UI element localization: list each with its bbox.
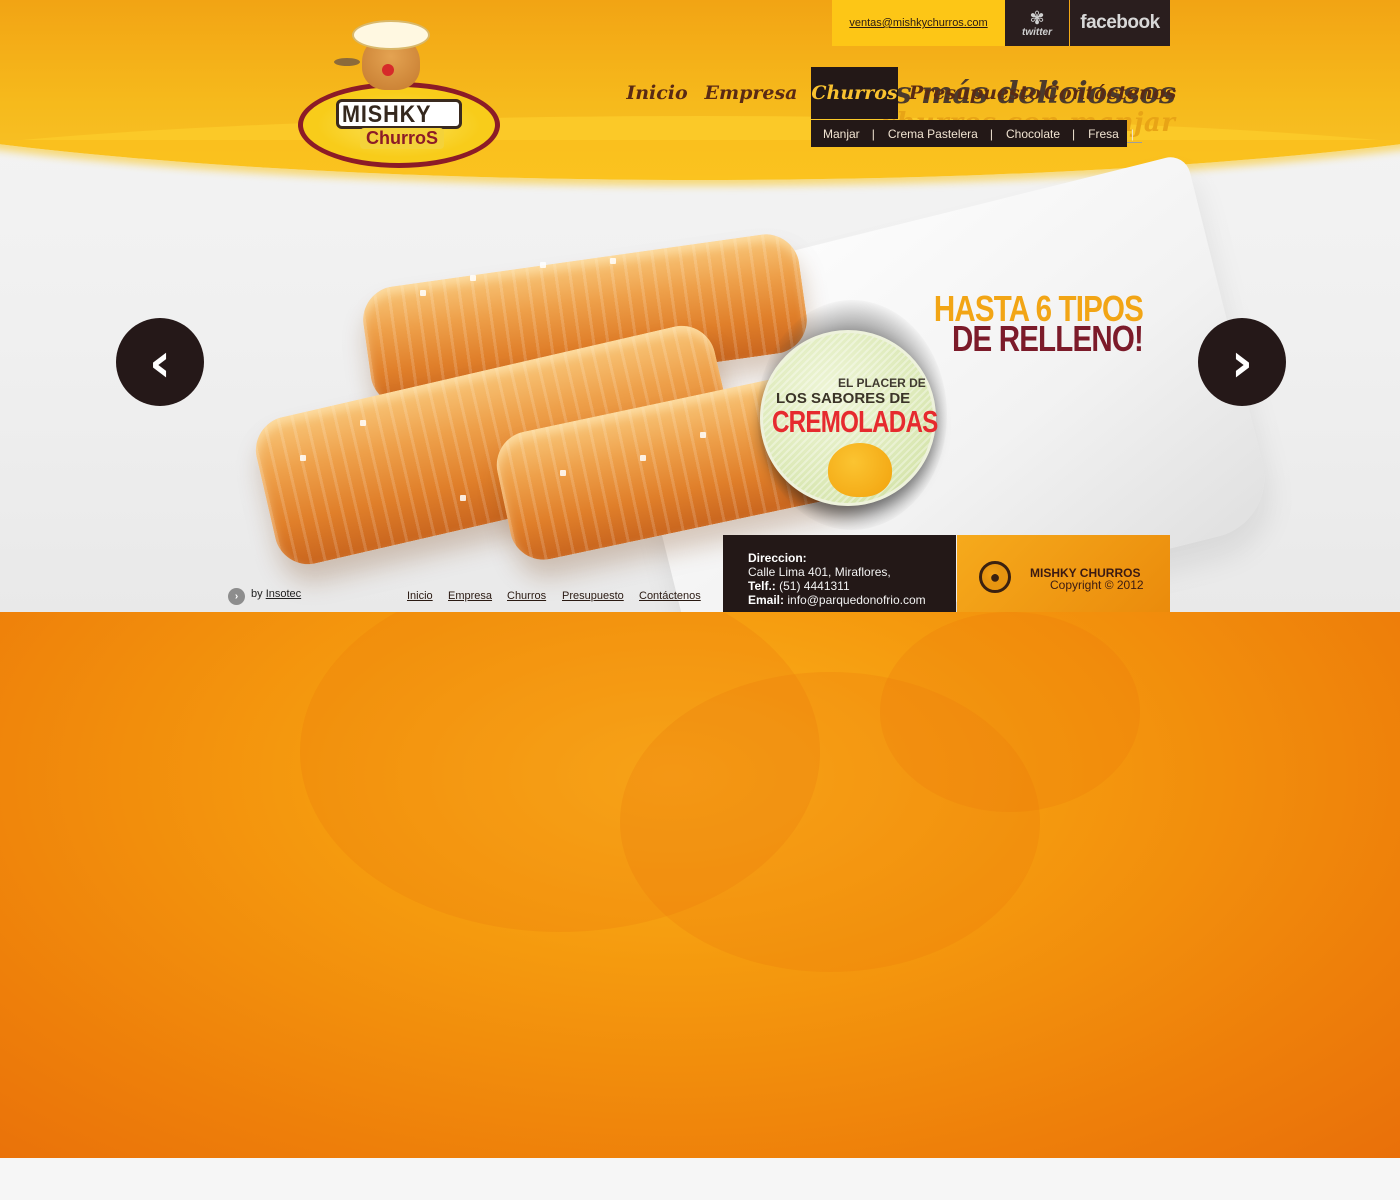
nav-empresa[interactable]: Empresa — [705, 67, 798, 119]
sugar-crystal — [640, 455, 646, 461]
footer-link-empresa[interactable]: Empresa — [448, 590, 492, 602]
twitter-button[interactable]: ✾ twitter — [1005, 0, 1069, 46]
promo-line2: DE RELLENO! — [951, 318, 1144, 359]
sugar-crystal — [460, 495, 466, 501]
next-slide-button[interactable]: › — [1198, 318, 1286, 406]
footer-link-inicio[interactable]: Inicio — [407, 590, 433, 602]
globe-icon: ● — [979, 561, 1011, 593]
nav-presupuesto[interactable]: Presupuesto — [909, 67, 1041, 119]
email-label: Email: — [748, 593, 785, 607]
twitter-label: twitter — [1022, 26, 1052, 38]
footer-link-presupuesto[interactable]: Presupuesto — [562, 590, 624, 602]
nav-inicio[interactable]: Inicio — [626, 67, 687, 119]
nav-contactenos[interactable]: Contáctenos — [1044, 67, 1176, 119]
facebook-button[interactable]: facebook — [1070, 0, 1170, 46]
submenu-fresa[interactable]: Fresa — [1088, 127, 1119, 141]
sugar-crystal — [420, 290, 426, 296]
credit-link[interactable]: Insotec — [266, 588, 301, 600]
hero-banner — [0, 140, 1400, 612]
footer-link-contactenos[interactable]: Contáctenos — [639, 590, 701, 602]
sugar-crystal — [300, 455, 306, 461]
churros-submenu: Manjar | Crema Pastelera | Chocolate | F… — [811, 120, 1134, 147]
copyright-line: Copyright © 2012 — [1050, 578, 1144, 592]
phone-value: (51) 4441311 — [779, 579, 850, 593]
nav-churros[interactable]: Churros — [811, 67, 898, 119]
arrow-right-circle-icon: › — [228, 588, 245, 605]
submenu-manjar[interactable]: Manjar — [823, 127, 860, 141]
sugar-crystal — [610, 258, 616, 264]
footer-link-churros[interactable]: Churros — [507, 590, 546, 602]
prev-slide-button[interactable]: ‹ — [116, 318, 204, 406]
address-label: Direccion: — [748, 551, 807, 565]
email-box: ventas@mishkychurros.com — [832, 0, 1005, 46]
submenu-separator: | — [1072, 126, 1076, 141]
chevron-right-icon: › — [1230, 330, 1254, 394]
tray-icon — [334, 58, 360, 66]
submenu-chocolate[interactable]: Chocolate — [1006, 127, 1060, 141]
submenu-separator: | — [1130, 126, 1134, 141]
brand-logo[interactable]: MISHKY ChurroS — [298, 12, 502, 168]
phone-label: Telf.: — [748, 579, 776, 593]
credit-by: by — [251, 588, 263, 600]
facebook-label: facebook — [1080, 12, 1160, 33]
submenu-separator: | — [871, 126, 875, 141]
chevron-left-icon: ‹ — [148, 330, 172, 394]
background-decoration — [880, 612, 1140, 812]
sugar-crystal — [700, 432, 706, 438]
sugar-crystal — [540, 262, 546, 268]
badge-line3: CREMOLADAS — [772, 404, 938, 439]
logo-subtitle: ChurroS — [360, 128, 444, 149]
logo-name: MISHKY — [342, 101, 432, 128]
email-link[interactable]: ventas@mishkychurros.com — [849, 17, 987, 29]
credit: by Insotec — [251, 588, 301, 600]
bird-icon: ✾ — [1029, 7, 1045, 28]
submenu-separator: | — [989, 126, 993, 141]
badge-line1: EL PLACER DE — [838, 376, 926, 390]
mascot-hat — [352, 20, 430, 50]
sugar-crystal — [470, 275, 476, 281]
sugar-crystal — [560, 470, 566, 476]
mascot-nose — [382, 64, 394, 76]
address-value: Calle Lima 401, Miraflores, — [748, 565, 891, 579]
contact-info: Direccion: Calle Lima 401, Miraflores, T… — [723, 535, 956, 621]
sugar-crystal — [360, 420, 366, 426]
submenu-crema-pastelera[interactable]: Crema Pastelera — [888, 127, 978, 141]
ice-cream-scoop-icon — [828, 443, 892, 497]
contact-email-value: info@parquedonofrio.com — [787, 593, 926, 607]
page-background — [0, 612, 1400, 1158]
